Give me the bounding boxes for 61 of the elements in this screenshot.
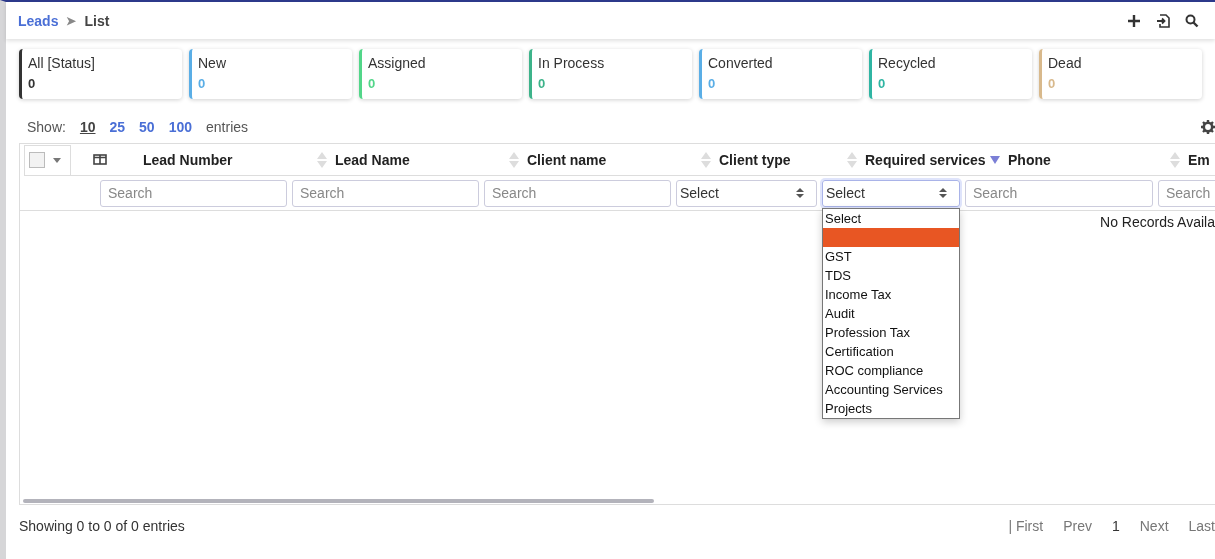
- card-count: 0: [198, 76, 207, 91]
- page-length-link[interactable]: 25: [109, 119, 126, 135]
- pagination-link[interactable]: Last: [1188, 518, 1215, 534]
- pagination-link[interactable]: | First: [1008, 518, 1044, 534]
- column-header[interactable]: Required services: [865, 151, 986, 168]
- card-count: 0: [878, 76, 887, 91]
- card-count: 0: [538, 76, 547, 91]
- dropdown-option[interactable]: Select: [823, 208, 959, 228]
- column-header[interactable]: Em: [1188, 151, 1210, 168]
- dropdown-option[interactable]: ROC compliance: [823, 360, 959, 380]
- dropdown-option[interactable]: Accounting Services: [823, 379, 959, 399]
- card-label: Dead: [1048, 55, 1083, 71]
- dropdown-option[interactable]: TDS: [823, 265, 959, 285]
- card-label: Converted: [708, 55, 774, 71]
- search-field[interactable]: Search: [1158, 179, 1215, 207]
- card-count: 0: [368, 76, 377, 91]
- search-field[interactable]: Search: [100, 179, 287, 207]
- status-card[interactable]: Converted 0: [699, 49, 862, 99]
- breadcrumb-separator: ➤: [66, 13, 77, 28]
- status-card[interactable]: All [Status] 0: [19, 49, 182, 99]
- page-length-link[interactable]: 10: [79, 119, 96, 135]
- column-header[interactable]: Lead Name: [335, 151, 410, 168]
- entries-label: entries: [206, 119, 249, 135]
- pagination-link[interactable]: 1: [1111, 518, 1120, 534]
- dropdown-option[interactable]: Projects: [823, 398, 959, 418]
- page-length-link[interactable]: 100: [168, 119, 192, 135]
- dropdown-option[interactable]: Certification: [823, 341, 959, 361]
- card-count: 0: [28, 76, 37, 91]
- filter-select[interactable]: Select: [822, 179, 960, 207]
- card-label: New: [198, 55, 227, 71]
- column-header[interactable]: Lead Number: [143, 151, 233, 168]
- card-label: Assigned: [368, 55, 427, 71]
- search-field[interactable]: Search: [965, 179, 1153, 207]
- dropdown-option[interactable]: Profession Tax: [823, 322, 959, 342]
- column-header[interactable]: Client type: [719, 151, 791, 168]
- status-card[interactable]: Recycled 0: [869, 49, 1032, 99]
- status-card[interactable]: In Process 0: [529, 49, 692, 99]
- card-count: 0: [1048, 76, 1057, 91]
- column-header[interactable]: Client name: [527, 151, 607, 168]
- card-label: All [Status]: [28, 55, 96, 71]
- status-card[interactable]: Assigned 0: [359, 49, 522, 99]
- status-card[interactable]: Dead 0: [1039, 49, 1202, 99]
- dropdown-option[interactable]: Audit: [823, 303, 959, 323]
- card-count: 0: [708, 76, 717, 91]
- search-field[interactable]: Search: [292, 179, 479, 207]
- column-header[interactable]: Phone: [1008, 151, 1051, 168]
- pagination-link[interactable]: Prev: [1063, 518, 1092, 534]
- search-field[interactable]: Search: [484, 179, 671, 207]
- show-label: Show:: [27, 119, 66, 135]
- breadcrumb-link[interactable]: Leads: [18, 12, 59, 29]
- page-length-link[interactable]: 50: [139, 119, 155, 135]
- dropdown-option[interactable]: GST: [823, 246, 959, 266]
- dropdown-option[interactable]: Income Tax: [823, 284, 959, 304]
- pagination-link[interactable]: Next: [1139, 518, 1169, 534]
- filter-select[interactable]: Select: [676, 179, 817, 207]
- status-card[interactable]: New 0: [189, 49, 352, 99]
- entries-info: Showing 0 to 0 of 0 entries: [19, 518, 185, 534]
- breadcrumb-current: List: [84, 12, 110, 29]
- empty-message: No Records Availa: [1100, 214, 1215, 232]
- card-label: In Process: [538, 55, 606, 71]
- card-label: Recycled: [878, 55, 937, 71]
